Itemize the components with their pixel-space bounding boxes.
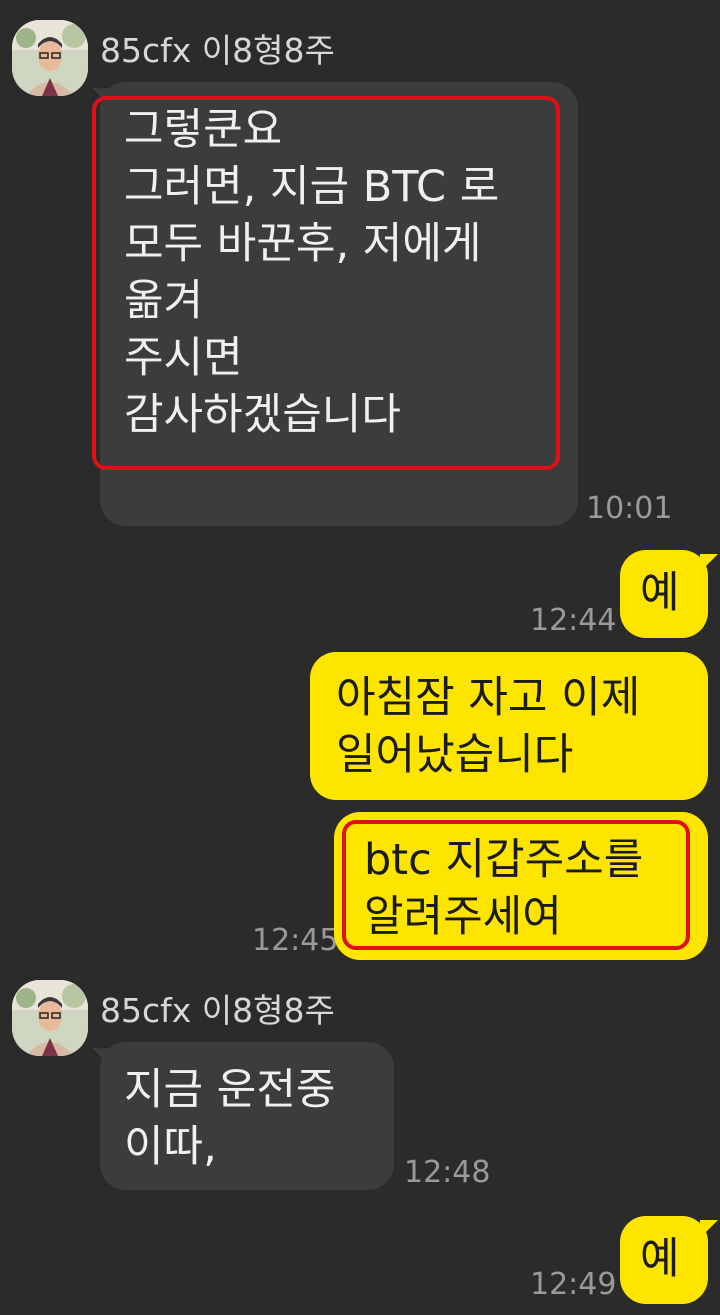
- message-text-line: 예: [640, 568, 680, 618]
- message-bubble-outgoing[interactable]: btc 지갑주소를 알려주세여: [334, 812, 708, 960]
- sender-name: 85cfx 이8형8주: [100, 991, 335, 1030]
- message-bubble-outgoing[interactable]: 아침잠 자고 이제 일어났습니다: [310, 652, 708, 800]
- message-bubble-outgoing[interactable]: 예: [620, 1216, 708, 1304]
- message-text-line: 옮겨: [124, 276, 204, 326]
- message-time: 12:48: [404, 1155, 491, 1190]
- message-text-line: 알려주세여: [364, 892, 562, 942]
- message-text-line: 그렇쿤요: [124, 105, 283, 155]
- sender-name: 85cfx 이8형8주: [100, 31, 335, 70]
- message-time: 10:01: [586, 491, 673, 526]
- avatar-photo-icon: [12, 980, 88, 1056]
- message-time: 12:45: [252, 923, 339, 958]
- message-bubble-incoming[interactable]: 그렇쿤요 그러면, 지금 BTC 로 모두 바꾼후, 저에게 옮겨 주시면 감사…: [100, 82, 578, 526]
- avatar-photo-icon: [12, 20, 88, 96]
- message-text-line: 그러면, 지금 BTC 로: [124, 162, 500, 212]
- message-text-line: 주시면: [124, 333, 243, 383]
- message-text-line: 예: [640, 1234, 680, 1284]
- message-bubble-incoming[interactable]: 지금 운전중 이따,: [100, 1042, 394, 1190]
- bubble-tail: [700, 554, 718, 572]
- message-bubble-outgoing[interactable]: 예: [620, 550, 708, 638]
- message-text-line: 일어났습니다: [336, 730, 574, 780]
- message-text-line: 지금 운전중: [124, 1065, 336, 1115]
- message-time: 12:49: [530, 1267, 617, 1302]
- message-text-line: 모두 바꾼후, 저에게: [124, 219, 482, 269]
- message-text-line: 아침잠 자고 이제: [336, 673, 641, 723]
- message-text-line: 이따,: [124, 1122, 217, 1172]
- bubble-tail: [700, 1220, 718, 1238]
- message-text-line: 감사하겠습니다: [124, 390, 401, 440]
- sender-avatar[interactable]: [12, 20, 88, 96]
- sender-avatar[interactable]: [12, 980, 88, 1056]
- message-time: 12:44: [530, 603, 617, 638]
- message-text-line: btc 지갑주소를: [364, 835, 644, 885]
